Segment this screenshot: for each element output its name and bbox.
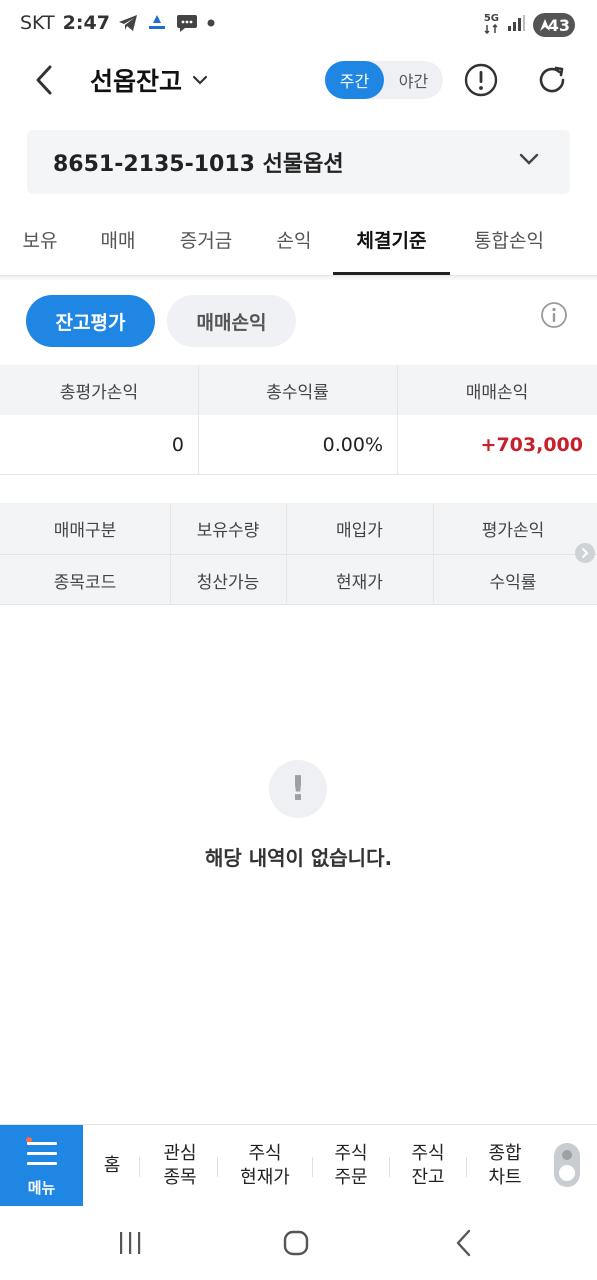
chevron-down-icon: [192, 75, 208, 85]
refresh-icon: [539, 66, 565, 93]
column-divider: [170, 503, 171, 605]
list-header-cell: 보유수량: [196, 520, 260, 541]
page-title: 선옵잔고: [90, 67, 183, 96]
battery-indicator: 43: [533, 13, 575, 37]
info-button[interactable]: [540, 301, 568, 329]
title-dropdown[interactable]: 선옵잔고: [90, 62, 208, 98]
list-header-cell: 현재가: [336, 572, 383, 593]
tab-total-profit-loss[interactable]: 통합손익: [466, 226, 552, 253]
nav-divider: [466, 1157, 467, 1177]
chevron-right-icon: [582, 548, 589, 558]
exclamation-circle-icon: [464, 63, 498, 97]
summary-header-cell: 총평가손익: [59, 382, 139, 403]
column-divider: [286, 503, 287, 605]
column-divider: [433, 503, 434, 605]
alert-button[interactable]: [463, 62, 499, 98]
system-back-button[interactable]: [446, 1226, 482, 1260]
menu-scroll-toggle[interactable]: [554, 1143, 580, 1187]
system-navigation-bar: [0, 1206, 597, 1280]
summary-header-cell: 매매손익: [465, 382, 529, 403]
tab-execution-basis[interactable]: 체결기준: [343, 226, 440, 253]
summary-header-cell: 총수익률: [266, 382, 329, 403]
list-header-cell: 종목코드: [53, 572, 117, 593]
refresh-button[interactable]: [534, 62, 570, 98]
account-label: 8651-2135-1013 선물옵션: [53, 152, 344, 177]
list-header-cell: 수익률: [489, 572, 537, 593]
back-button[interactable]: [30, 62, 60, 98]
nav-stock-quote[interactable]: 주식 현재가: [222, 1125, 308, 1207]
signal-icon: [507, 14, 525, 36]
total-eval-profit: 0: [171, 434, 184, 456]
clock: 2:47: [62, 12, 110, 34]
session-night-option[interactable]: 야간: [384, 61, 443, 99]
status-bar: SKT 2:47 5G 43: [0, 0, 597, 52]
app-notification-icon: [146, 13, 168, 33]
chevron-down-icon: [519, 153, 539, 165]
nav-divider: [312, 1157, 313, 1177]
recent-apps-icon: [120, 1232, 141, 1254]
summary-table: 총평가손익 총수익률 매매손익 0 0.00% +703,000: [0, 365, 597, 477]
list-header: 매매구분 보유수량 매입가 평가손익 종목코드 청산가능 현재가 수익률: [0, 503, 597, 605]
account-select[interactable]: 8651-2135-1013 선물옵션: [27, 130, 570, 194]
chat-icon: [176, 13, 198, 33]
tab-margin[interactable]: 증거금: [174, 226, 238, 253]
nav-total-chart[interactable]: 종합 차트: [470, 1125, 540, 1207]
nav-divider: [389, 1157, 390, 1177]
scroll-right-button[interactable]: [575, 543, 595, 563]
nav-divider: [217, 1157, 218, 1177]
nav-stock-balance[interactable]: 주식 잔고: [393, 1125, 463, 1207]
info-icon: [541, 302, 567, 328]
bottom-menu: 메뉴 홈 관심 종목 주식 현재가 주식 주문 주식 잔고 종합 차트: [0, 1124, 597, 1207]
column-divider: [397, 365, 398, 475]
empty-state-icon: !: [269, 760, 327, 818]
menu-label: 메뉴: [27, 1179, 56, 1197]
recent-apps-button[interactable]: [112, 1226, 148, 1260]
session-day-option[interactable]: 주간: [325, 61, 384, 99]
balance-evaluation-button[interactable]: 잔고평가: [26, 295, 155, 347]
summary-header: 총평가손익 총수익률 매매손익: [0, 365, 597, 415]
nav-divider: [139, 1157, 140, 1177]
more-notifications-dot-icon: [206, 18, 216, 28]
network-icon: 5G: [483, 12, 499, 37]
home-icon: [283, 1230, 309, 1256]
nav-watchlist[interactable]: 관심 종목: [145, 1125, 215, 1207]
list-header-cell: 매매구분: [53, 520, 117, 541]
telegram-icon: [118, 14, 138, 32]
list-header-cell: 매입가: [336, 520, 383, 541]
hamburger-icon: [27, 1142, 57, 1172]
nav-stock-order[interactable]: 주식 주문: [316, 1125, 386, 1207]
network-label: 5G: [483, 12, 499, 24]
tab-trade[interactable]: 매매: [96, 226, 140, 253]
list-header-cell: 평가손익: [481, 520, 545, 541]
trade-profit-value: +703,000: [480, 434, 583, 456]
carrier-label: SKT: [20, 12, 55, 34]
tab-bar: 보유 매매 증거금 손익 체결기준 통합손익: [0, 212, 597, 276]
app-header: 선옵잔고 주간 야간: [0, 52, 597, 108]
back-arrow-icon: [36, 65, 52, 95]
list-header-cell: 청산가능: [196, 572, 260, 593]
active-tab-indicator: [333, 272, 450, 275]
home-button[interactable]: [278, 1226, 314, 1260]
summary-row: 0 0.00% +703,000: [0, 415, 597, 475]
trade-profit-button[interactable]: 매매손익: [167, 295, 296, 347]
back-icon: [456, 1229, 471, 1257]
total-return-rate: 0.00%: [322, 434, 383, 456]
tab-profit-loss[interactable]: 손익: [272, 226, 316, 253]
nav-home[interactable]: 홈: [88, 1125, 136, 1207]
session-toggle[interactable]: 주간 야간: [325, 61, 443, 99]
empty-state-message: 해당 내역이 없습니다.: [204, 846, 393, 870]
tab-divider: [0, 276, 597, 281]
menu-button[interactable]: 메뉴: [0, 1125, 83, 1207]
column-divider: [198, 365, 199, 475]
tab-holding[interactable]: 보유: [20, 226, 60, 253]
